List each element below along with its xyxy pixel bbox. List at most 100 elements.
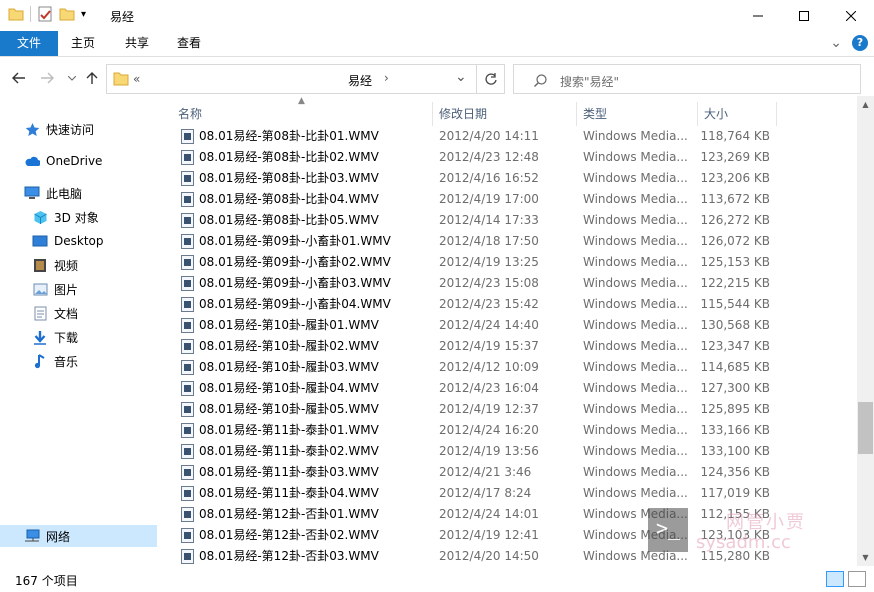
sidebar-item-label: 下载 bbox=[54, 330, 79, 345]
sidebar-item-documents[interactable]: 文档 bbox=[0, 302, 157, 324]
file-name: 08.01易经-第08卦-比卦01.WMV bbox=[199, 129, 379, 143]
table-row[interactable]: 08.01易经-第10卦-履卦03.WMV 2012/4/12 10:09 Wind… bbox=[170, 357, 857, 378]
scroll-down-icon[interactable]: ▼ bbox=[857, 549, 874, 566]
video-file-icon bbox=[181, 192, 194, 207]
back-arrow-icon[interactable] bbox=[12, 72, 26, 84]
minimize-icon bbox=[753, 15, 763, 16]
tab-share[interactable]: 共享 bbox=[116, 31, 158, 56]
maximize-button[interactable] bbox=[781, 0, 827, 31]
navigation-bar: « 易经 › ⌄ 搜索"易经" bbox=[0, 62, 874, 96]
qat-dropdown-icon[interactable]: ▾ bbox=[81, 9, 86, 20]
table-row[interactable]: 08.01易经-第10卦-履卦04.WMV 2012/4/23 16:04 Wind… bbox=[170, 378, 857, 399]
up-arrow-icon[interactable] bbox=[86, 71, 98, 85]
column-divider[interactable] bbox=[432, 102, 433, 126]
breadcrumb-chevron-icon[interactable]: › bbox=[384, 71, 389, 85]
column-header-date[interactable]: 修改日期 bbox=[439, 102, 487, 126]
network-icon bbox=[24, 528, 40, 544]
table-row[interactable]: 08.01易经-第10卦-履卦02.WMV 2012/4/19 15:37 Wind… bbox=[170, 336, 857, 357]
properties-icon[interactable] bbox=[37, 6, 53, 22]
table-row[interactable]: 08.01易经-第11卦-泰卦02.WMV 2012/4/19 13:56 Wind… bbox=[170, 441, 857, 462]
vertical-scrollbar[interactable]: ▲ ▼ bbox=[857, 96, 874, 566]
search-box[interactable]: 搜索"易经" bbox=[513, 64, 861, 94]
file-date: 2012/4/19 17:00 bbox=[439, 192, 539, 206]
video-file-icon bbox=[181, 213, 194, 228]
video-file-icon bbox=[181, 318, 194, 333]
file-list: ▲ 名称 修改日期 类型 大小 08.01易经-第08卦-比卦01.WMV 201… bbox=[170, 96, 857, 566]
breadcrumb-overflow[interactable]: « bbox=[133, 72, 140, 86]
sidebar-item-music[interactable]: 音乐 bbox=[0, 350, 157, 372]
file-size: 115,544 KB bbox=[700, 297, 770, 311]
file-size: 130,568 KB bbox=[700, 318, 770, 332]
sidebar-item-onedrive[interactable]: OneDrive bbox=[0, 150, 157, 172]
column-divider[interactable] bbox=[776, 102, 777, 126]
recent-locations-icon[interactable] bbox=[68, 76, 76, 81]
table-row[interactable]: 08.01易经-第10卦-履卦01.WMV 2012/4/24 14:40 Wind… bbox=[170, 315, 857, 336]
ribbon-collapse-icon[interactable]: ⌄ bbox=[830, 35, 842, 51]
view-switcher bbox=[826, 571, 866, 587]
file-size: 123,206 KB bbox=[700, 171, 770, 185]
file-size: 117,019 KB bbox=[700, 486, 770, 500]
column-divider[interactable] bbox=[576, 102, 577, 126]
table-row[interactable]: 08.01易经-第11卦-泰卦04.WMV 2012/4/17 8:24 Windo… bbox=[170, 483, 857, 504]
music-icon bbox=[32, 353, 48, 369]
sort-ascending-icon: ▲ bbox=[298, 96, 305, 106]
sidebar-item-videos[interactable]: 视频 bbox=[0, 254, 157, 276]
scrollbar-thumb[interactable] bbox=[858, 402, 873, 454]
sidebar-item-network[interactable]: 网络 bbox=[0, 525, 157, 547]
column-header-type[interactable]: 类型 bbox=[583, 102, 607, 126]
large-icons-view-icon[interactable] bbox=[848, 571, 866, 587]
help-icon[interactable]: ? bbox=[852, 35, 868, 51]
sidebar-item-quick-access[interactable]: 快速访问 bbox=[0, 118, 157, 140]
sidebar-item-desktop[interactable]: Desktop bbox=[0, 230, 157, 252]
file-date: 2012/4/19 12:41 bbox=[439, 528, 539, 542]
details-view-icon[interactable] bbox=[826, 571, 844, 587]
table-row[interactable]: 08.01易经-第08卦-比卦05.WMV 2012/4/14 17:33 Wind… bbox=[170, 210, 857, 231]
table-row[interactable]: 08.01易经-第09卦-小畜卦02.WMV 2012/4/19 13:25 Win… bbox=[170, 252, 857, 273]
scroll-up-icon[interactable]: ▲ bbox=[857, 96, 874, 113]
file-name: 08.01易经-第08卦-比卦04.WMV bbox=[199, 192, 379, 206]
title-bar: ▾ 易经 bbox=[0, 0, 874, 31]
video-file-icon bbox=[181, 423, 194, 438]
breadcrumb-current[interactable]: 易经 bbox=[348, 72, 372, 89]
file-date: 2012/4/14 17:33 bbox=[439, 213, 539, 227]
video-file-icon bbox=[181, 360, 194, 375]
sidebar-item-downloads[interactable]: 下载 bbox=[0, 326, 157, 348]
column-header-name[interactable]: 名称 bbox=[178, 102, 202, 126]
table-row[interactable]: 08.01易经-第09卦-小畜卦01.WMV 2012/4/18 17:50 Win… bbox=[170, 231, 857, 252]
cloud-icon bbox=[24, 153, 40, 169]
close-button[interactable] bbox=[828, 0, 874, 31]
table-row[interactable]: 08.01易经-第08卦-比卦04.WMV 2012/4/19 17:00 Wind… bbox=[170, 189, 857, 210]
file-date: 2012/4/24 16:20 bbox=[439, 423, 539, 437]
tab-view[interactable]: 查看 bbox=[168, 31, 210, 56]
address-dropdown-icon[interactable]: ⌄ bbox=[455, 69, 467, 85]
sidebar-item-this-pc[interactable]: 此电脑 bbox=[0, 182, 157, 204]
video-file-icon bbox=[181, 150, 194, 165]
table-row[interactable]: 08.01易经-第09卦-小畜卦04.WMV 2012/4/23 15:42 Win… bbox=[170, 294, 857, 315]
file-size: 126,272 KB bbox=[700, 213, 770, 227]
sidebar-item-pictures[interactable]: 图片 bbox=[0, 278, 157, 300]
minimize-button[interactable] bbox=[735, 0, 781, 31]
item-count: 167 个项目 bbox=[15, 574, 78, 588]
table-row[interactable]: 08.01易经-第10卦-履卦05.WMV 2012/4/19 12:37 Wind… bbox=[170, 399, 857, 420]
file-name: 08.01易经-第12卦-否卦01.WMV bbox=[199, 507, 379, 521]
tab-file[interactable]: 文件 bbox=[0, 31, 58, 56]
table-row[interactable]: 08.01易经-第11卦-泰卦01.WMV 2012/4/24 16:20 Wind… bbox=[170, 420, 857, 441]
column-header-size[interactable]: 大小 bbox=[704, 102, 728, 126]
address-bar[interactable]: « 易经 › ⌄ bbox=[106, 64, 477, 94]
table-row[interactable]: 08.01易经-第11卦-泰卦03.WMV 2012/4/21 3:46 Windo… bbox=[170, 462, 857, 483]
document-icon bbox=[32, 305, 48, 321]
forward-arrow-icon[interactable] bbox=[40, 72, 54, 84]
sidebar-item-3d-objects[interactable]: 3D 对象 bbox=[0, 206, 157, 228]
file-name: 08.01易经-第09卦-小畜卦01.WMV bbox=[199, 234, 391, 248]
refresh-button[interactable] bbox=[477, 64, 505, 94]
qat-separator bbox=[30, 6, 31, 22]
table-row[interactable]: 08.01易经-第09卦-小畜卦03.WMV 2012/4/23 15:08 Win… bbox=[170, 273, 857, 294]
table-row[interactable]: 08.01易经-第08卦-比卦01.WMV 2012/4/20 14:11 Wind… bbox=[170, 126, 857, 147]
file-date: 2012/4/12 10:09 bbox=[439, 360, 539, 374]
table-row[interactable]: 08.01易经-第08卦-比卦02.WMV 2012/4/23 12:48 Wind… bbox=[170, 147, 857, 168]
tab-home[interactable]: 主页 bbox=[62, 31, 104, 56]
new-folder-icon[interactable] bbox=[59, 7, 75, 21]
watermark-line2: sysadm.cc bbox=[696, 532, 791, 553]
table-row[interactable]: 08.01易经-第08卦-比卦03.WMV 2012/4/16 16:52 Wind… bbox=[170, 168, 857, 189]
column-divider[interactable] bbox=[697, 102, 698, 126]
